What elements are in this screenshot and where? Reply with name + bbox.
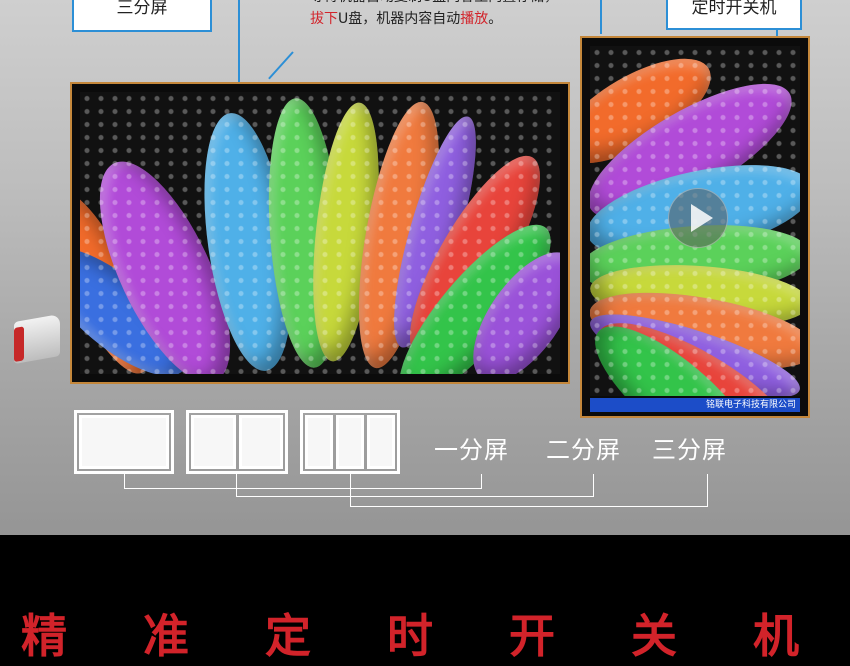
portrait-screen: 铭联电子科技有限公司 bbox=[580, 36, 810, 418]
split-label-one: 一分屏 bbox=[434, 436, 509, 464]
landscape-screen-image bbox=[80, 92, 560, 374]
split-pane bbox=[336, 415, 364, 469]
play-button[interactable] bbox=[668, 188, 728, 248]
split-pane bbox=[79, 415, 169, 469]
callout-three-split: 三分屏 bbox=[72, 0, 212, 32]
split-pane bbox=[305, 415, 333, 469]
split-box-two bbox=[186, 410, 288, 474]
bottom-title: 精 准 定 时 开 关 机 bbox=[20, 609, 830, 663]
play-icon bbox=[691, 204, 713, 232]
company-banner: 铭联电子科技有限公司 bbox=[590, 398, 800, 412]
connector-line-left bbox=[238, 0, 240, 82]
usb-note-line1: 等待机器自动复制U盘内容至内置存储， bbox=[310, 0, 610, 8]
usb-note-end: 。 bbox=[488, 11, 503, 27]
usb-note-unplug: 拔下 bbox=[310, 11, 338, 27]
landscape-screen bbox=[70, 82, 570, 384]
split-label-two: 二分屏 bbox=[546, 436, 621, 464]
speaker-icon bbox=[14, 313, 60, 365]
split-box-one bbox=[74, 410, 174, 474]
callout-timer: 定时开关机 bbox=[666, 0, 802, 30]
usb-note-line2: 拔下U盘，机器内容自动播放。 bbox=[310, 8, 610, 30]
connector-line-note-diag bbox=[268, 51, 294, 80]
portrait-screen-image bbox=[590, 46, 800, 396]
product-panel: 三分屏 定时开关机 等待机器自动复制U盘内容至内置存储， 拔下U盘，机器内容自动… bbox=[0, 0, 850, 535]
usb-note: 等待机器自动复制U盘内容至内置存储， 拔下U盘，机器内容自动播放。 bbox=[310, 0, 610, 30]
usb-note-play: 播放 bbox=[460, 11, 489, 27]
callout-timer-label: 定时开关机 bbox=[691, 0, 777, 18]
water-drops bbox=[80, 92, 560, 374]
usb-note-mid: U盘，机器内容自动 bbox=[338, 11, 461, 27]
split-label-three: 三分屏 bbox=[652, 436, 727, 464]
split-box-three bbox=[300, 410, 400, 474]
connector-three bbox=[350, 474, 708, 507]
split-pane bbox=[367, 415, 395, 469]
connector-line-note bbox=[600, 0, 602, 34]
callout-three-split-label: 三分屏 bbox=[116, 0, 168, 18]
split-pane bbox=[191, 415, 236, 469]
split-pane bbox=[238, 415, 283, 469]
